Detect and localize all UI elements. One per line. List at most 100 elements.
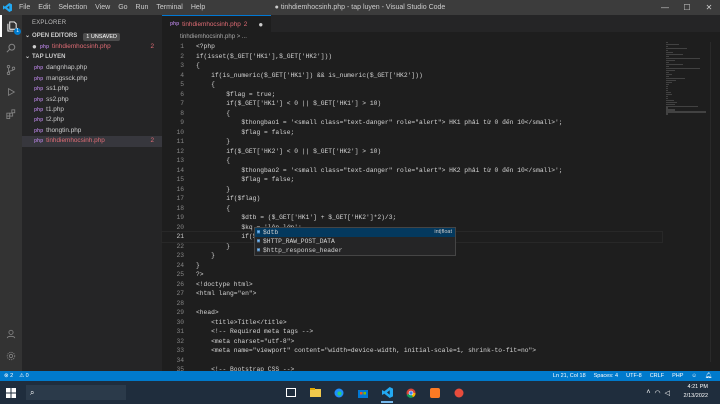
- code-text: <meta charset="utf-8">: [196, 337, 295, 345]
- code-line[interactable]: 34: [162, 356, 662, 366]
- edge-icon[interactable]: [328, 381, 350, 404]
- taskbar-search[interactable]: ⌕: [26, 385, 126, 400]
- cursor-position[interactable]: Ln 21, Col 18: [553, 373, 586, 379]
- file-item-active[interactable]: php tinhdiemhocsinh.php 2: [22, 136, 162, 147]
- code-line[interactable]: 19 $dtb = ($_GET['HK1'] + $_GET['HK2']*2…: [162, 213, 662, 223]
- code-line[interactable]: 14 $thongbao2 = '<small class="text-dang…: [162, 166, 662, 176]
- code-line[interactable]: 9 $thongbao1 = '<small class="text-dange…: [162, 118, 662, 128]
- menu-view[interactable]: View: [91, 0, 114, 15]
- encoding[interactable]: UTF-8: [626, 373, 642, 379]
- open-editor-item[interactable]: ● php tinhdiemhocsinh.php 2: [22, 42, 162, 52]
- volume-icon[interactable]: ◁: [665, 389, 670, 397]
- vertical-scrollbar[interactable]: [710, 42, 720, 362]
- menu-go[interactable]: Go: [114, 0, 131, 15]
- menu-terminal[interactable]: Terminal: [152, 0, 186, 15]
- code-editor[interactable]: 1 <?php 2 if(isset($_GET['HK1'],$_GET['HK2'…: [161, 42, 691, 394]
- tab-tinhdiemhocsinh[interactable]: php tinhdiemhocsinh.php 2 ●: [162, 15, 272, 32]
- indentation[interactable]: Spaces: 4: [594, 373, 618, 379]
- xampp-icon[interactable]: [424, 381, 446, 404]
- feedback-icon[interactable]: ☺: [691, 373, 697, 379]
- vscode-taskbar-icon[interactable]: [376, 381, 398, 404]
- taskbar-clock[interactable]: 4:21 PM 2/13/2022: [684, 383, 708, 401]
- error-count[interactable]: ⊗ 2: [4, 373, 13, 379]
- suggestion-item[interactable]: ▣ $HTTP_RAW_POST_DATA: [255, 237, 455, 246]
- app-icon[interactable]: [448, 381, 470, 404]
- code-line[interactable]: 5 {: [162, 80, 662, 90]
- code-line[interactable]: 13 {: [162, 156, 662, 166]
- code-line[interactable]: 18 {: [162, 204, 662, 214]
- code-line[interactable]: 2 if(isset($_GET['HK1'],$_GET['HK2'])): [162, 52, 662, 62]
- windows-start-icon[interactable]: [0, 381, 22, 404]
- code-line[interactable]: 12 if($_GET['HK2'] < 0 || $_GET['HK2'] >…: [162, 147, 662, 157]
- code-line[interactable]: 10 $flag = false;: [162, 128, 662, 138]
- suggestion-item[interactable]: ▣ $dtb int|float: [255, 228, 455, 237]
- close-button[interactable]: ✕: [698, 0, 720, 15]
- code-line[interactable]: 11 }: [162, 137, 662, 147]
- warning-count[interactable]: ⚠ 0: [19, 373, 29, 379]
- suggestion-item[interactable]: ▣ $http_response_header: [255, 246, 455, 255]
- chevron-down-icon: ⌄: [25, 54, 31, 61]
- extensions-icon[interactable]: [0, 103, 22, 125]
- code-line[interactable]: 31 <!-- Required meta tags -->: [162, 327, 662, 337]
- file-item[interactable]: php dangnhap.php: [22, 63, 162, 73]
- code-line[interactable]: 15 $flag = false;: [162, 175, 662, 185]
- code-line[interactable]: 6 $flag = true;: [162, 90, 662, 100]
- wifi-icon[interactable]: ◠: [655, 389, 661, 397]
- chrome-icon[interactable]: [400, 381, 422, 404]
- source-control-icon[interactable]: [0, 59, 22, 81]
- code-line[interactable]: 28: [162, 299, 662, 309]
- code-line[interactable]: 7 if($_GET['HK1'] < 0 || $_GET['HK1'] > …: [162, 99, 662, 109]
- breadcrumb[interactable]: tinhdiemhocsinh.php > ...: [162, 32, 720, 42]
- run-debug-icon[interactable]: [0, 81, 22, 103]
- menu-run[interactable]: Run: [132, 0, 153, 15]
- code-line[interactable]: 33 <meta name="viewport" content="width=…: [162, 346, 662, 356]
- file-item[interactable]: php ss1.php: [22, 84, 162, 94]
- line-number: 10: [176, 128, 184, 136]
- code-line[interactable]: 25 ?>: [162, 270, 662, 280]
- code-line[interactable]: 27 <html lang="en">: [162, 289, 662, 299]
- code-line[interactable]: 4 if(is_numeric($_GET['HK1']) && is_nume…: [162, 71, 662, 81]
- menu-help[interactable]: Help: [187, 0, 209, 15]
- line-number: 31: [176, 328, 184, 335]
- line-number: 4: [180, 71, 184, 79]
- account-icon[interactable]: [0, 323, 22, 345]
- line-number: 22: [176, 242, 184, 250]
- task-view-icon[interactable]: [280, 381, 302, 404]
- store-icon[interactable]: [352, 381, 374, 404]
- menu-edit[interactable]: Edit: [34, 0, 54, 15]
- file-explorer-icon[interactable]: [304, 381, 326, 404]
- file-item[interactable]: php thongtin.php: [22, 126, 162, 136]
- language-mode[interactable]: PHP: [672, 373, 683, 379]
- folder-header[interactable]: ⌄ TAP LUYEN: [22, 52, 162, 63]
- line-ending[interactable]: CRLF: [650, 373, 664, 379]
- maximize-button[interactable]: ☐: [676, 0, 698, 15]
- code-line[interactable]: 3{: [162, 61, 662, 71]
- minimap[interactable]: [666, 42, 706, 115]
- code-line[interactable]: 17 if($flag): [162, 194, 662, 204]
- file-item[interactable]: php t1.php: [22, 105, 162, 115]
- chevron-up-icon[interactable]: ˄: [646, 389, 650, 396]
- menu-selection[interactable]: Selection: [54, 0, 91, 15]
- code-line[interactable]: 30 <title>Title</title>: [162, 318, 662, 328]
- minimize-button[interactable]: —: [654, 0, 676, 15]
- file-item[interactable]: php ss2.php: [22, 95, 162, 105]
- search-icon[interactable]: [0, 37, 22, 59]
- settings-gear-icon[interactable]: [0, 345, 22, 367]
- line-number: 18: [176, 204, 184, 212]
- file-item[interactable]: php mangssck.php: [22, 74, 162, 84]
- menu-file[interactable]: File: [15, 0, 34, 15]
- bell-icon[interactable]: 🔔︎: [705, 373, 712, 379]
- code-line[interactable]: 24}: [162, 261, 662, 271]
- explorer-icon[interactable]: 1: [0, 15, 22, 37]
- code-line[interactable]: 1 <?php: [162, 42, 662, 52]
- code-line[interactable]: 16 }: [162, 185, 662, 195]
- code-line[interactable]: 26 <!doctype html>: [162, 280, 662, 290]
- unsaved-dot-icon[interactable]: ●: [258, 20, 263, 29]
- explorer-sidebar: EXPLORER ⌄ OPEN EDITORS 1 UNSAVED ● php …: [22, 15, 162, 371]
- code-line[interactable]: 8 {: [162, 109, 662, 119]
- code-line[interactable]: 32 <meta charset="utf-8">: [162, 337, 662, 347]
- open-editors-header[interactable]: ⌄ OPEN EDITORS 1 UNSAVED: [22, 31, 162, 42]
- file-item[interactable]: php t2.php: [22, 115, 162, 125]
- code-line[interactable]: 29 <head>: [162, 308, 662, 318]
- code-text: $flag = false;: [196, 128, 295, 136]
